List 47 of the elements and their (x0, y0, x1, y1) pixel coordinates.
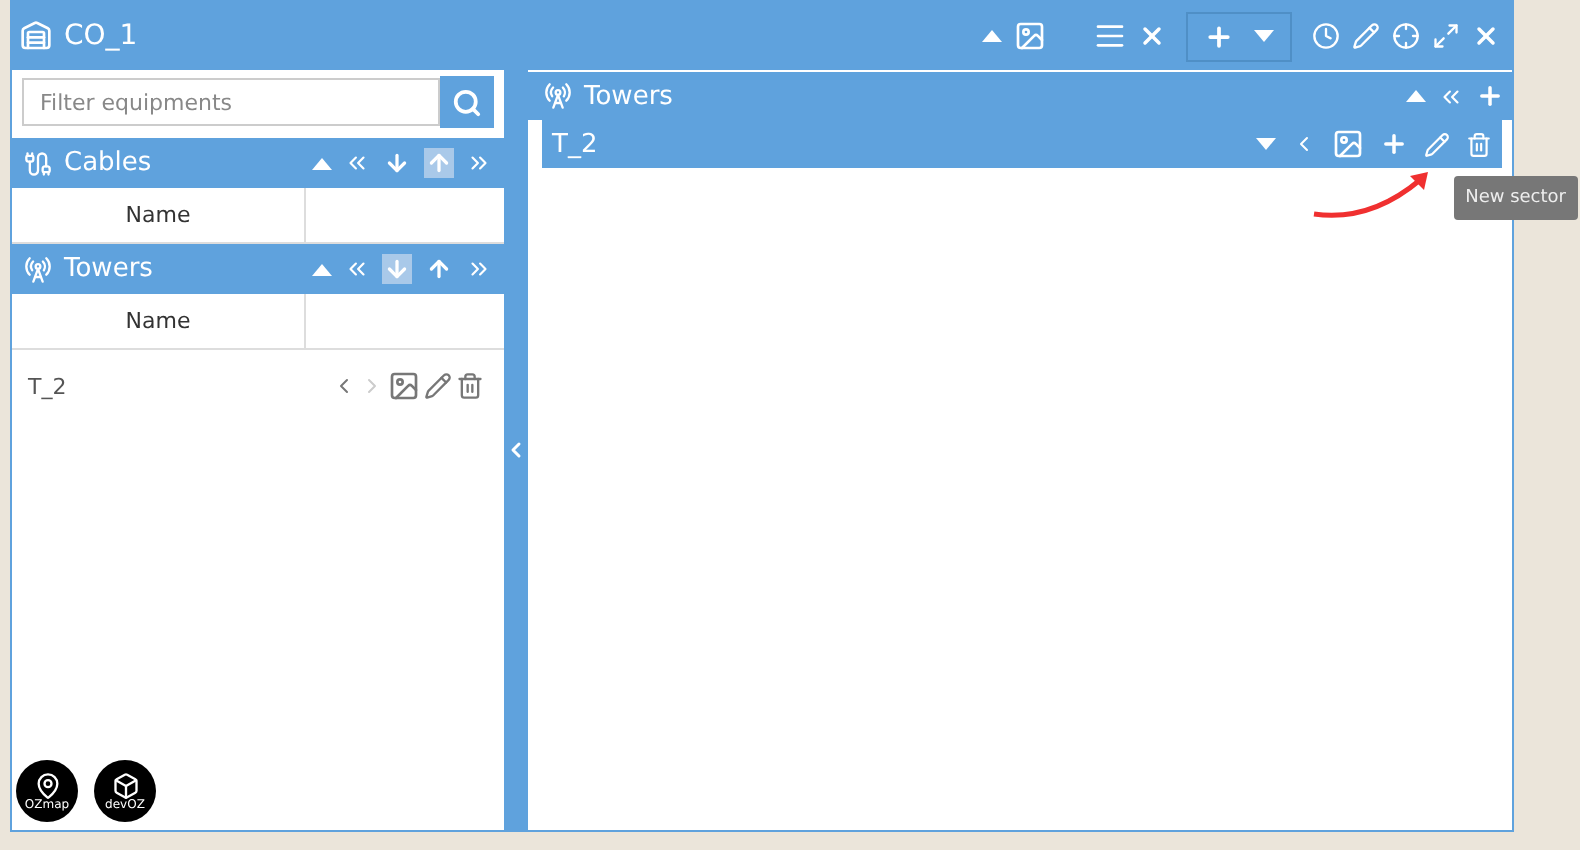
collapse-caret-icon[interactable] (1406, 90, 1426, 102)
cube-icon (111, 771, 139, 799)
chevrons-right-icon[interactable] (466, 256, 492, 282)
item-name: T_2 (552, 129, 600, 159)
section-title: Cables (64, 148, 154, 178)
list-icon[interactable] (1094, 20, 1126, 52)
plus-icon (1204, 21, 1234, 51)
move-up-button[interactable] (424, 254, 454, 284)
search-icon (452, 87, 482, 117)
search-field[interactable]: Filter equipments (22, 78, 440, 126)
tower-icon (24, 255, 52, 283)
collapse-handle[interactable] (504, 70, 528, 830)
tooltip: New sector (1453, 176, 1578, 220)
trash-icon[interactable] (456, 372, 484, 400)
chevrons-right-icon[interactable] (466, 150, 492, 176)
image-icon[interactable] (388, 370, 420, 402)
collapse-caret-icon[interactable] (312, 263, 332, 275)
detail-title: Towers (584, 81, 675, 111)
trash-icon[interactable] (1466, 131, 1492, 157)
row-name: T_2 (28, 373, 69, 399)
crosshair-icon[interactable] (1392, 22, 1420, 50)
annotation-arrow (1310, 170, 1434, 222)
cable-icon (24, 149, 52, 177)
expand-icon[interactable] (1432, 22, 1460, 50)
column-header: Name (12, 294, 306, 348)
plus-icon[interactable] (1380, 130, 1408, 158)
section-title: Towers (64, 254, 155, 284)
map-pin-icon (33, 771, 61, 799)
move-down-button[interactable] (382, 148, 412, 178)
chevrons-left-icon[interactable] (344, 150, 370, 176)
list-row[interactable]: T_2 (12, 358, 504, 414)
plus-icon[interactable] (1476, 82, 1504, 110)
collapse-caret-icon[interactable] (312, 157, 332, 169)
search-button[interactable] (440, 76, 494, 128)
window-title: CO_1 (64, 20, 140, 52)
warehouse-icon (20, 20, 52, 52)
expand-caret-icon[interactable] (1256, 138, 1276, 150)
add-dropdown[interactable] (1186, 11, 1292, 61)
collapse-caret-icon[interactable] (982, 30, 1002, 42)
column-header: Name (12, 188, 306, 242)
clock-icon[interactable] (1312, 22, 1340, 50)
close-icon[interactable] (1472, 22, 1500, 50)
edit-icon[interactable] (424, 372, 452, 400)
chevrons-left-icon[interactable] (344, 256, 370, 282)
caret-icon[interactable] (1254, 30, 1274, 42)
tower-icon (544, 82, 572, 110)
close-icon[interactable] (1138, 22, 1166, 50)
